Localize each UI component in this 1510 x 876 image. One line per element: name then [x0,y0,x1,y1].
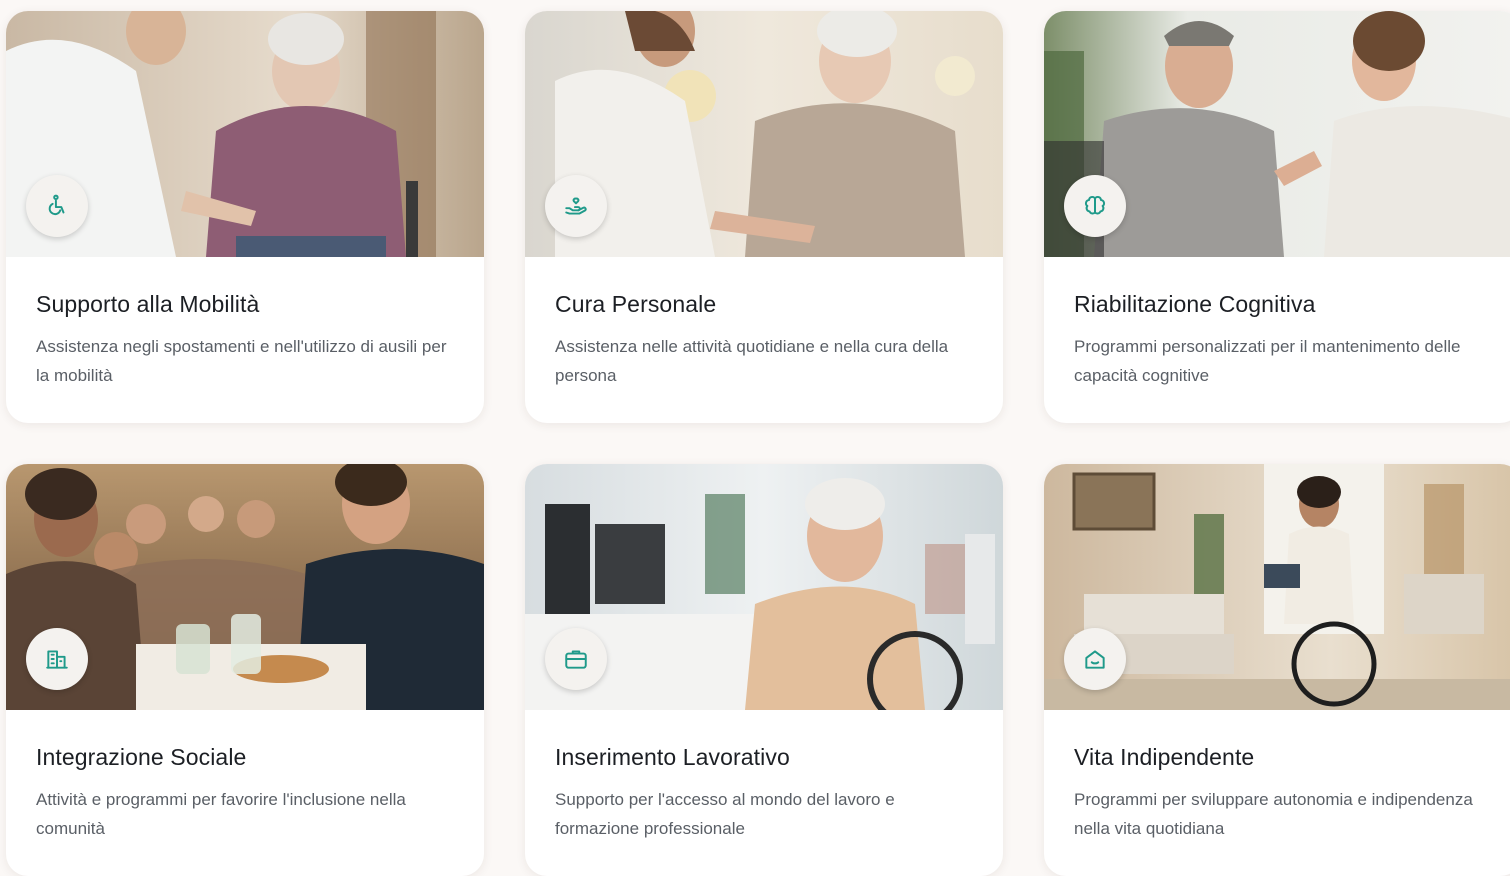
service-photo-employment [525,464,1003,710]
service-photo-mobility [6,11,484,257]
card-title: Inserimento Lavorativo [555,744,790,770]
icon-badge [26,175,88,237]
icon-badge [545,175,607,237]
service-photo-cognitive [1044,11,1510,257]
home-icon [1085,650,1105,669]
building-icon [46,650,68,669]
card-description: Supporto per l'accesso al mondo del lavo… [555,790,895,838]
card-description: Assistenza nelle attività quotidiane e n… [555,337,949,385]
hand-heart-icon [565,197,587,215]
card-description: Assistenza negli spostamenti e nell'util… [36,337,447,385]
service-card-social[interactable]: Integrazione Sociale Attività e programm… [6,464,484,876]
card-title: Integrazione Sociale [36,744,247,770]
icon-badge [1064,628,1126,690]
briefcase-icon [565,650,587,669]
card-description: Attività e programmi per favorire l'incl… [36,790,406,838]
service-photo-independent-living [1044,464,1510,710]
brain-icon [1085,196,1105,215]
service-card-independent-living[interactable]: Vita Indipendente Programmi per sviluppa… [1044,464,1510,876]
card-title: Riabilitazione Cognitiva [1074,291,1316,317]
service-photo-personal-care [525,11,1003,257]
card-title: Vita Indipendente [1074,744,1255,770]
wheelchair-icon [48,194,65,215]
card-title: Cura Personale [555,291,717,317]
icon-badge [545,628,607,690]
service-card-cognitive[interactable]: Riabilitazione Cognitiva Programmi perso… [1044,11,1510,423]
card-description: Programmi personalizzati per il mantenim… [1074,337,1461,385]
service-card-mobility[interactable]: Supporto alla Mobilità Assistenza negli … [6,11,484,423]
card-description: Programmi per sviluppare autonomia e ind… [1074,790,1473,838]
service-photo-social [6,464,484,710]
service-card-employment[interactable]: Inserimento Lavorativo Supporto per l'ac… [525,464,1003,876]
services-grid: Supporto alla Mobilità Assistenza negli … [6,11,1510,876]
icon-badge [26,628,88,690]
icon-badge [1064,175,1126,237]
card-title: Supporto alla Mobilità [36,291,260,317]
service-card-personal-care[interactable]: Cura Personale Assistenza nelle attività… [525,11,1003,423]
